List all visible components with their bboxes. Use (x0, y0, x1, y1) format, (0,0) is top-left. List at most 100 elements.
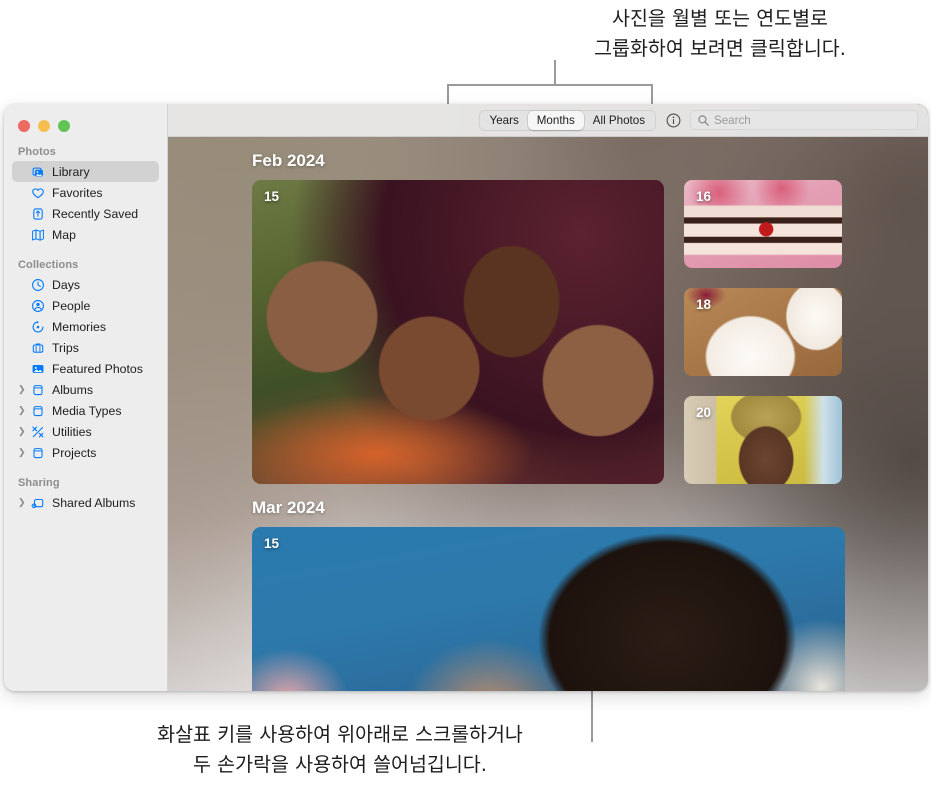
suitcase-icon (32, 342, 43, 353)
sidebar-item-shared-albums[interactable]: ❯ Shared Albums (12, 492, 159, 513)
info-circle-icon (666, 113, 680, 127)
person-circle-icon (29, 299, 46, 313)
callout-bracket-right-stem (651, 84, 653, 106)
sidebar-item-label: Albums (52, 382, 94, 397)
sidebar-item-label: People (52, 298, 91, 313)
recently-saved-icon (32, 207, 43, 220)
sidebar-item-label: Map (52, 227, 76, 242)
sidebar-item-people[interactable]: People (12, 295, 159, 316)
zoom-button[interactable] (58, 120, 70, 132)
sidebar-item-label: Favorites (52, 185, 103, 200)
album-icon (32, 447, 43, 458)
sidebar-item-featured-photos[interactable]: Featured Photos (12, 358, 159, 379)
album-icon (32, 384, 43, 395)
segment-all-photos[interactable]: All Photos (584, 111, 654, 130)
sidebar-item-memories[interactable]: Memories (12, 316, 159, 337)
photo-tile-thumbnail[interactable]: 18 (684, 288, 842, 376)
callout-bracket-horizontal (447, 84, 653, 86)
month-photo-row: 15 16 18 20 (252, 180, 928, 484)
sidebar-section-header: Sharing (18, 477, 60, 489)
segment-months[interactable]: Months (527, 110, 584, 130)
photo-day-badge: 15 (264, 189, 280, 204)
photo-tile-hero[interactable]: 15 (252, 180, 664, 484)
info-button[interactable] (664, 111, 682, 129)
sidebar-item-label: Media Types (52, 403, 122, 418)
window-traffic-lights (4, 114, 167, 132)
album-icon (32, 405, 43, 416)
photo-tile-thumbnail[interactable]: 16 (684, 180, 842, 268)
sidebar-section-header: Collections (18, 259, 79, 271)
sidebar-item-label: Library (52, 164, 90, 179)
chevron-right-icon[interactable]: ❯ (18, 385, 29, 394)
search-placeholder: Search (714, 113, 751, 127)
screenshot-root: 사진을 월별 또는 연도별로 그룹화하여 보려면 클릭합니다. 화살표 키를 사… (0, 0, 931, 793)
close-button[interactable] (18, 120, 30, 132)
memories-icon (32, 320, 43, 332)
memories-icon (29, 320, 46, 334)
content-area: Years Months All Photos Search Feb 2024 … (168, 104, 928, 691)
sidebar-item-projects[interactable]: ❯ Projects (12, 442, 159, 463)
sidebar-item-label: Memories (52, 319, 106, 334)
sidebar-item-utilities[interactable]: ❯ Utilities (12, 421, 159, 442)
chevron-right-icon[interactable]: ❯ (18, 427, 29, 436)
chevron-right-icon[interactable]: ❯ (18, 406, 29, 415)
photo-library-icon (32, 167, 43, 176)
map-icon (31, 229, 44, 241)
photo-thumbnail-column: 16 18 20 (684, 180, 842, 484)
clock-icon (31, 278, 44, 291)
sidebar-item-label: Recently Saved (52, 206, 139, 221)
month-photo-row: 15 (252, 527, 928, 691)
sidebar-item-label: Projects (52, 445, 97, 460)
photo-day-badge: 15 (264, 536, 280, 551)
sidebar-item-label: Days (52, 277, 81, 292)
tools-icon (29, 425, 46, 439)
callout-bracket-center-stem (554, 60, 556, 85)
photo-tile-hero[interactable]: 15 (252, 527, 845, 691)
sidebar-item-label: Shared Albums (52, 495, 136, 510)
month-header: Mar 2024 (252, 498, 325, 517)
callout-bracket-left-stem (447, 84, 449, 106)
sidebar-item-media-types[interactable]: ❯ Media Types (12, 400, 159, 421)
album-icon (29, 383, 46, 397)
featured-photo-icon (29, 362, 46, 376)
chevron-right-icon[interactable]: ❯ (18, 448, 29, 457)
sidebar-item-label: Utilities (52, 424, 92, 439)
recently-saved-icon (29, 207, 46, 221)
sidebar-item-days[interactable]: Days (12, 274, 159, 295)
sidebar-item-albums[interactable]: ❯ Albums (12, 379, 159, 400)
minimize-button[interactable] (38, 120, 50, 132)
callout-bottom-text: 화살표 키를 사용하여 위아래로 스크롤하거나 두 손가락을 사용하여 쓸어넘깁… (157, 723, 523, 776)
segment-years[interactable]: Years (481, 111, 528, 130)
shared-album-icon (29, 496, 46, 510)
chevron-right-icon[interactable]: ❯ (18, 498, 29, 507)
heart-icon (31, 187, 44, 198)
view-mode-segmented-control[interactable]: Years Months All Photos (478, 109, 656, 131)
month-header: Feb 2024 (252, 151, 325, 170)
sidebar: Photos Library Favorites Recently Saved M… (4, 104, 168, 691)
photos-app-window: Photos Library Favorites Recently Saved M… (4, 104, 928, 691)
clock-icon (29, 278, 46, 292)
sidebar-item-library[interactable]: Library (12, 161, 159, 182)
photo-day-badge: 20 (696, 405, 712, 420)
sidebar-item-recently-saved[interactable]: Recently Saved (12, 203, 159, 224)
search-icon (698, 114, 709, 126)
photo-grid-scroll-area[interactable]: Feb 2024 15 16 18 20 Mar 2024 15 (168, 137, 928, 691)
toolbar: Years Months All Photos Search (168, 104, 928, 137)
photo-library-icon (29, 165, 46, 179)
featured-photo-icon (32, 364, 43, 373)
sidebar-item-favorites[interactable]: Favorites (12, 182, 159, 203)
photo-day-badge: 18 (696, 297, 712, 312)
heart-icon (29, 186, 46, 200)
album-icon (29, 446, 46, 460)
sidebar-item-map[interactable]: Map (12, 224, 159, 245)
callout-top-text: 사진을 월별 또는 연도별로 그룹화하여 보려면 클릭합니다. (594, 7, 846, 60)
suitcase-icon (29, 341, 46, 355)
sidebar-item-trips[interactable]: Trips (12, 337, 159, 358)
map-icon (29, 228, 46, 242)
search-field[interactable]: Search (690, 110, 918, 130)
photo-day-badge: 16 (696, 189, 712, 204)
person-circle-icon (31, 299, 44, 312)
photo-tile-thumbnail[interactable]: 20 (684, 396, 842, 484)
tools-icon (31, 426, 43, 437)
sidebar-item-label: Trips (52, 340, 79, 355)
